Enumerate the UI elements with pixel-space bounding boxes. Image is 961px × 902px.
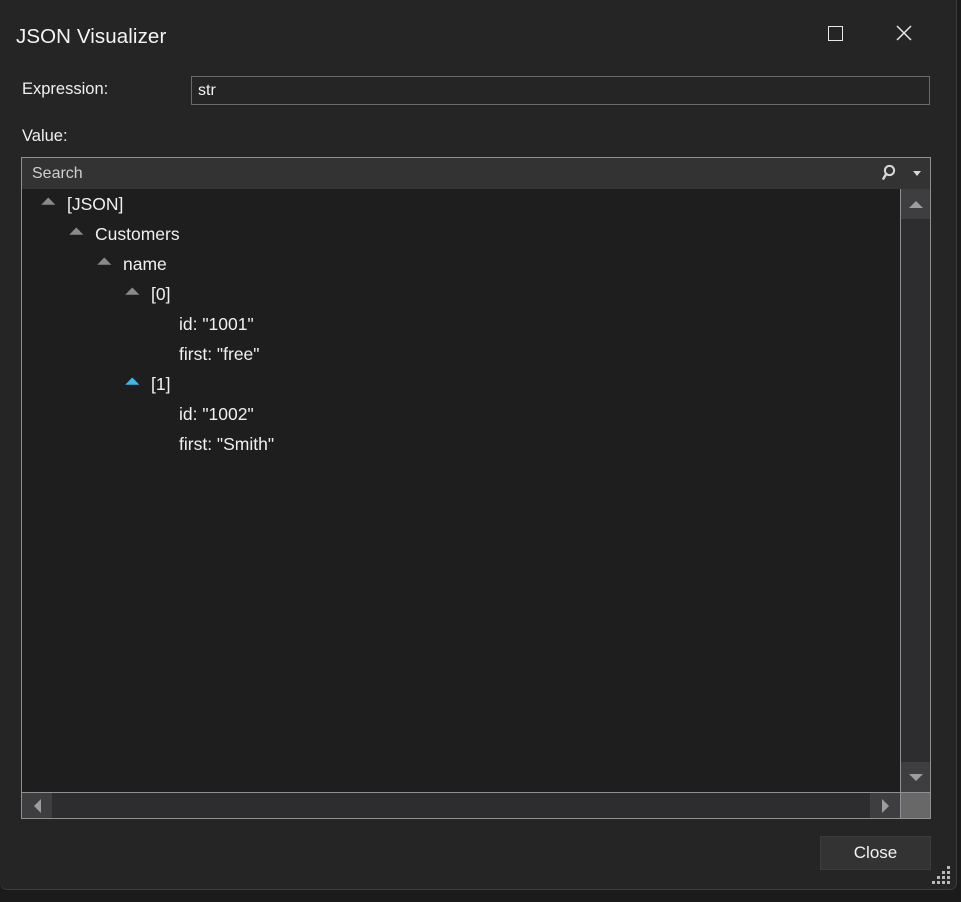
expander-expanded-icon [69,228,83,242]
horizontal-scrollbar-track[interactable] [52,793,870,818]
tree-node-label: id: "1001" [170,314,254,335]
tree-node-label: name [114,254,167,275]
tree-expander-toggle[interactable] [124,369,142,399]
window-title: JSON Visualizer [16,25,166,49]
search-bar [22,158,930,189]
json-tree[interactable]: [JSON] Customers name [0]id: "1001" first: "… [22,189,900,792]
tree-node-label: first: "Smith" [170,434,274,455]
chevron-down-icon [913,171,921,176]
scroll-up-arrow-icon [909,201,923,208]
expander-expanded-icon [97,258,111,272]
scroll-right-arrow-icon [882,799,889,813]
tree-node-label: first: "free" [170,344,260,365]
tree-node-label: id: "1002" [170,404,254,425]
tree-node-label: Customers [86,224,180,245]
maximize-button[interactable] [812,14,858,52]
tree-expander-toggle[interactable] [124,279,142,309]
search-options-button[interactable] [908,158,930,189]
scrollbar-corner [900,792,930,818]
tree-row[interactable]: [1] [22,369,900,399]
expander-expanded-icon [41,198,55,212]
search-input[interactable] [22,157,874,190]
tree-row[interactable]: id: "1001" [22,309,900,339]
tree-row[interactable]: [0] [22,279,900,309]
vertical-scrollbar-track[interactable] [901,219,930,762]
scroll-left-button[interactable] [22,793,52,818]
close-icon [895,24,913,42]
scroll-left-arrow-icon [34,799,41,813]
json-visualizer-window: JSON Visualizer Expression: Value: [0,0,957,890]
vertical-scrollbar[interactable] [900,189,930,792]
tree-row[interactable]: [JSON] [22,189,900,219]
search-button[interactable] [874,158,908,189]
tree-node-label: [0] [142,284,170,305]
tree-expander-placeholder [152,399,170,429]
tree-expander-toggle[interactable] [68,219,86,249]
resize-grip[interactable] [930,863,952,885]
tree-row[interactable]: first: "Smith" [22,429,900,459]
scroll-up-button[interactable] [901,189,930,219]
scroll-right-button[interactable] [870,793,900,818]
title-bar[interactable]: JSON Visualizer [0,0,956,66]
tree-expander-placeholder [152,429,170,459]
scroll-down-button[interactable] [901,762,930,792]
horizontal-scrollbar[interactable] [22,792,900,818]
tree-row[interactable]: first: "free" [22,339,900,369]
tree-expander-toggle[interactable] [96,249,114,279]
tree-expander-placeholder [152,309,170,339]
value-label: Value: [22,127,68,146]
tree-expander-toggle[interactable] [40,189,58,219]
value-panel: [JSON] Customers name [0]id: "1001" first: "… [21,157,931,819]
tree-row[interactable]: id: "1002" [22,399,900,429]
tree-expander-placeholder [152,339,170,369]
tree-node-label: [JSON] [58,194,123,215]
expander-expanded-highlighted-icon [125,378,139,392]
scroll-down-arrow-icon [909,774,923,781]
tree-row[interactable]: Customers [22,219,900,249]
resize-grip-icon [930,863,952,885]
close-button[interactable]: Close [820,836,931,870]
tree-row[interactable]: name [22,249,900,279]
expression-input[interactable] [191,76,930,105]
search-icon [882,164,901,183]
expander-expanded-icon [125,288,139,302]
maximize-icon [828,26,843,41]
window-close-button[interactable] [881,14,927,52]
expression-label: Expression: [22,80,108,99]
tree-node-label: [1] [142,374,170,395]
